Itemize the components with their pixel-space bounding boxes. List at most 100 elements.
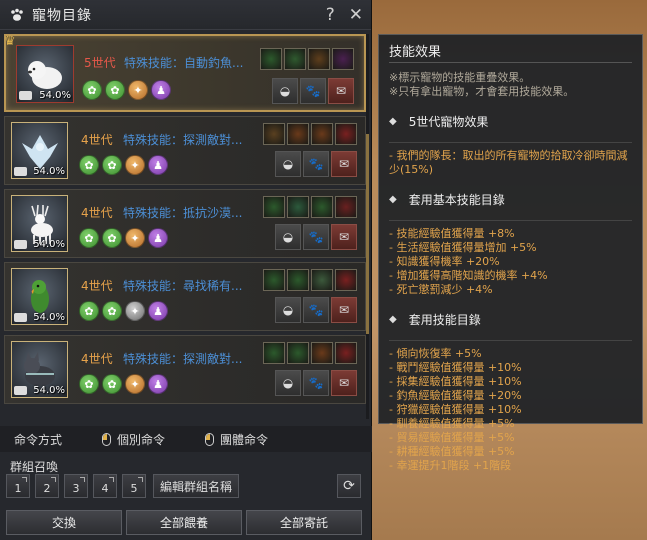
group-button-5[interactable]: 5 — [122, 474, 146, 498]
paw-icon[interactable]: 🐾 — [303, 224, 329, 250]
tooltip-title: 技能效果 — [389, 41, 632, 63]
pet-actions: ◒ 🐾 ✉ — [275, 370, 357, 396]
pet-row[interactable]: ♛ 54.0% 5世代 特殊技能：自動釣魚... ✿ ✿ ✦ ♟ ◒ 🐾 ✉ — [4, 34, 366, 112]
skill-icon[interactable] — [311, 342, 333, 364]
edit-group-name-button[interactable]: 編輯群組名稱 — [153, 474, 239, 498]
pet-percentage: 54.0% — [33, 239, 65, 250]
seal-icon[interactable]: ✉ — [328, 78, 354, 104]
trait-orange-icon: ✦ — [125, 374, 145, 394]
skill-icon[interactable] — [335, 196, 357, 218]
trait-green-icon: ✿ — [102, 374, 122, 394]
title-bar[interactable]: 寵物目錄 ? ✕ — [0, 0, 371, 30]
paw-icon[interactable]: 🐾 — [303, 151, 329, 177]
pet-portrait[interactable]: 54.0% — [11, 341, 68, 398]
skill-icon[interactable] — [287, 196, 309, 218]
scrollbar-thumb[interactable] — [366, 134, 369, 334]
paw-icon[interactable]: 🐾 — [303, 297, 329, 323]
trait-green-icon: ✿ — [105, 80, 125, 100]
effect-line: - 貿易經驗值獲得量 +5% — [389, 431, 515, 444]
trait-green-icon: ✿ — [102, 155, 122, 175]
pet-actions: ◒ 🐾 ✉ — [275, 151, 357, 177]
pet-skill-icons — [263, 196, 357, 218]
group-summon-label: 群組召喚 — [10, 460, 59, 474]
skill-icon[interactable] — [308, 48, 330, 70]
skill-icon[interactable] — [263, 196, 285, 218]
pet-portrait[interactable]: 54.0% — [11, 268, 68, 325]
pet-percentage: 54.0% — [33, 312, 65, 323]
group-button-4[interactable]: 4 — [93, 474, 117, 498]
divider — [389, 142, 632, 143]
pet-portrait[interactable]: 54.0% — [16, 45, 74, 103]
trait-purple-icon: ♟ — [148, 301, 168, 321]
pet-row[interactable]: 54.0% 4世代 特殊技能：尋找稀有... ✿ ✿ ✦ ♟ ◒ 🐾 ✉ — [4, 262, 366, 331]
paw-icon[interactable]: 🐾 — [300, 78, 326, 104]
help-button[interactable]: ? — [326, 5, 335, 25]
seal-icon[interactable]: ✉ — [331, 224, 357, 250]
pet-row[interactable]: 54.0% 4世代 特殊技能：探測敵對... ✿ ✿ ✦ ♟ ◒ 🐾 ✉ — [4, 335, 366, 404]
pet-special-skill: 特殊技能：抵抗沙漠... — [123, 206, 243, 220]
feed-bowl-icon[interactable]: ◒ — [272, 78, 298, 104]
group-button-1[interactable]: 1 — [6, 474, 30, 498]
pet-actions: ◒ 🐾 ✉ — [275, 224, 357, 250]
pet-portrait[interactable]: 54.0% — [11, 122, 68, 179]
close-button[interactable]: ✕ — [349, 5, 363, 25]
group-button-2[interactable]: 2 — [35, 474, 59, 498]
skill-icon[interactable] — [263, 342, 285, 364]
exchange-button[interactable]: 交換 — [6, 510, 122, 535]
trait-gray-icon: ✦ — [125, 301, 145, 321]
skill-icon[interactable] — [311, 123, 333, 145]
effect-line: - 增加獲得高階知識的機率 +4% — [389, 269, 548, 282]
skill-icon[interactable] — [263, 123, 285, 145]
skill-icon[interactable] — [263, 269, 285, 291]
group-command-option[interactable]: 團體命令 — [205, 431, 268, 448]
skill-icon[interactable] — [284, 48, 306, 70]
skill-icon[interactable] — [335, 123, 357, 145]
pet-portrait[interactable]: 54.0% — [11, 195, 68, 252]
feed-bowl-icon[interactable]: ◒ — [275, 224, 301, 250]
skill-icon[interactable] — [287, 269, 309, 291]
skill-icon[interactable] — [335, 342, 357, 364]
seal-icon[interactable]: ✉ — [331, 151, 357, 177]
trait-green-icon: ✿ — [102, 228, 122, 248]
skill-icon[interactable] — [260, 48, 282, 70]
effect-line: - 我們的隊長：取出的所有寵物的拾取冷卻時間減少(15%) — [389, 149, 628, 176]
pet-row[interactable]: 54.0% 4世代 特殊技能：抵抗沙漠... ✿ ✿ ✦ ♟ ◒ 🐾 ✉ — [4, 189, 366, 258]
skill-icon[interactable] — [311, 196, 333, 218]
pet-tag-icon — [14, 240, 27, 249]
trait-purple-icon: ♟ — [148, 374, 168, 394]
skill-icon[interactable] — [332, 48, 354, 70]
effect-line: - 戰鬥經驗值獲得量 +10% — [389, 361, 522, 374]
seal-icon[interactable]: ✉ — [331, 297, 357, 323]
feed-all-button[interactable]: 全部餵養 — [126, 510, 242, 535]
individual-command-option[interactable]: 個別命令 — [102, 431, 165, 448]
command-mode-bar: 命令方式 個別命令 團體命令 — [0, 426, 372, 452]
diamond-icon: ◆ — [389, 116, 397, 127]
pet-skill-icons — [263, 269, 357, 291]
seal-icon[interactable]: ✉ — [331, 370, 357, 396]
deposit-all-button[interactable]: 全部寄託 — [246, 510, 362, 535]
trait-purple-icon: ♟ — [151, 80, 171, 100]
mouse-icon — [102, 432, 112, 446]
skill-icon[interactable] — [311, 269, 333, 291]
feed-bowl-icon[interactable]: ◒ — [275, 370, 301, 396]
effect-line: - 採集經驗值獲得量 +10% — [389, 375, 522, 388]
pet-percentage: 54.0% — [33, 166, 65, 177]
group-button-3[interactable]: 3 — [64, 474, 88, 498]
effect-line: - 狩獵經驗值獲得量 +10% — [389, 403, 522, 416]
trait-green-icon: ✿ — [79, 228, 99, 248]
trait-green-icon: ✿ — [79, 301, 99, 321]
feed-bowl-icon[interactable]: ◒ — [275, 297, 301, 323]
skill-icon[interactable] — [287, 123, 309, 145]
bottom-actions: 交換 全部餵養 全部寄託 — [6, 510, 362, 535]
refresh-icon[interactable]: ⟳ — [337, 474, 361, 498]
pet-skill-icons — [260, 48, 354, 70]
pet-skill-icons — [263, 342, 357, 364]
pet-row[interactable]: 54.0% 4世代 特殊技能：探測敵對... ✿ ✿ ✦ ♟ ◒ 🐾 ✉ — [4, 116, 366, 185]
paw-icon[interactable]: 🐾 — [303, 370, 329, 396]
trait-orange-icon: ✦ — [125, 155, 145, 175]
skill-icon[interactable] — [287, 342, 309, 364]
mouse-icon — [205, 432, 215, 446]
scrollbar[interactable] — [366, 34, 369, 419]
skill-icon[interactable] — [335, 269, 357, 291]
feed-bowl-icon[interactable]: ◒ — [275, 151, 301, 177]
